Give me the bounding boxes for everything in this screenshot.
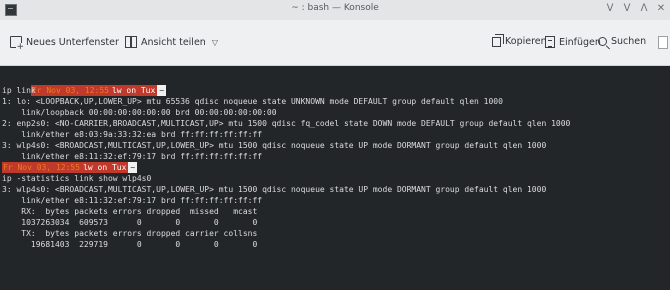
output-line: 3: wlp4s0: <BROADCAST,MULTICAST,UP,LOWER…: [2, 141, 547, 150]
terminal-output[interactable]: Fr Nov 03, 12:55 lw on Tux ~ ip link 1: lo…: [0, 66, 670, 290]
prompt-line-2: Fr Nov 03, 12:55 lw on Tux ~: [2, 162, 138, 173]
command-line-2: ip -statistics link show wlp4s0: [2, 174, 152, 183]
copy-icon: [492, 33, 504, 47]
toolbar: Neues Unterfenster Ansicht teilen ▽ Kopi…: [0, 20, 670, 66]
close-icon[interactable]: ✕: [656, 2, 666, 16]
output-line: link/ether e8:03:9a:33:32:ea brd ff:ff:f…: [2, 130, 263, 139]
copy-button[interactable]: Kopieren: [492, 33, 547, 47]
output-line: 2: enp2s0: <NO-CARRIER,BROADCAST,MULTICA…: [2, 119, 571, 128]
search-label: Suchen: [611, 36, 647, 47]
prompt-user: lw on Tux: [109, 85, 158, 96]
output-line: 19681403 229719 0 0 0 0: [2, 240, 258, 249]
title-bar[interactable]: ~ : bash — Konsole ᐯ ᐯ ᐱ ✕: [0, 0, 670, 20]
keep-below-icon[interactable]: ᐯ: [605, 2, 615, 16]
output-line: link/ether e8:11:32:ef:79:17 brd ff:ff:f…: [2, 152, 263, 161]
command-line-1: ip link: [2, 86, 36, 95]
split-view-icon: [125, 36, 137, 48]
prompt-user: lw on Tux: [81, 162, 129, 173]
document-icon[interactable]: [658, 36, 668, 49]
paste-icon: [545, 36, 555, 48]
prompt-date: Fr Nov 03, 12:55: [30, 85, 110, 96]
search-button[interactable]: Suchen: [598, 36, 646, 47]
window-title: ~ : bash — Konsole: [291, 3, 379, 13]
prompt-directory: ~: [157, 85, 167, 96]
search-icon: [598, 37, 607, 46]
output-line: link/loopback 00:00:00:00:00:00 brd 00:0…: [2, 108, 277, 117]
output-line: TX: bytes packets errors dropped carrier…: [2, 229, 258, 238]
prompt-date: Fr Nov 03, 12:55: [2, 162, 82, 173]
new-tab-icon: [10, 36, 24, 52]
output-line: RX: bytes packets errors dropped missed …: [2, 207, 258, 216]
output-line: 1037263034 609573 0 0 0 0: [2, 218, 258, 227]
window-controls: ᐯ ᐯ ᐱ ✕: [605, 2, 666, 16]
minimize-icon[interactable]: ᐯ: [622, 2, 632, 16]
output-line: 1: lo: <LOOPBACK,UP,LOWER_UP> mtu 65536 …: [2, 97, 503, 106]
new-tab-button[interactable]: Neues Unterfenster: [10, 36, 119, 52]
konsole-window: ~ : bash — Konsole ᐯ ᐯ ᐱ ✕ Neues Unterfe…: [0, 0, 670, 290]
copy-label: Kopieren: [505, 36, 547, 47]
prompt-line-1: Fr Nov 03, 12:55 lw on Tux ~: [2, 74, 167, 96]
output-line: 3: wlp4s0: <BROADCAST,MULTICAST,UP,LOWER…: [2, 185, 547, 194]
paste-label: Einfügen: [559, 36, 601, 48]
split-view-button[interactable]: Ansicht teilen ▽: [125, 36, 218, 48]
maximize-icon[interactable]: ᐱ: [639, 2, 649, 16]
output-line: link/ether e8:11:32:ef:79:17 brd ff:ff:f…: [2, 196, 263, 205]
split-view-label: Ansicht teilen: [141, 36, 206, 48]
new-tab-label: Neues Unterfenster: [26, 36, 119, 48]
paste-button[interactable]: Einfügen: [545, 36, 601, 48]
chevron-down-icon: ▽: [211, 37, 218, 47]
prompt-directory: ~: [128, 162, 138, 173]
